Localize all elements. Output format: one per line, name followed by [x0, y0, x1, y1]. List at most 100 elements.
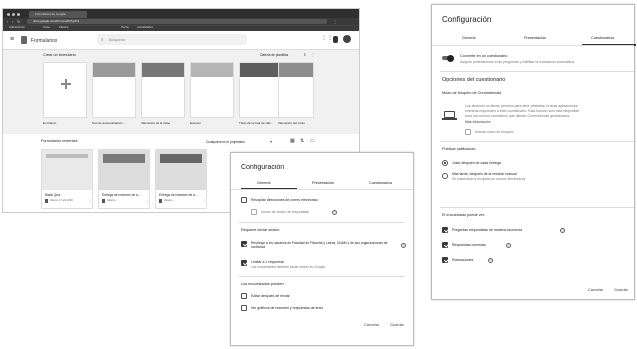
recent-form-title: Entrega de informes de a...	[159, 193, 198, 197]
tab-general[interactable]: General	[257, 181, 287, 186]
receipt-label: Acuse de recibo de respuestas	[261, 210, 310, 214]
more-options-icon[interactable]: ⋮	[202, 198, 206, 203]
more-options-icon[interactable]: ⋮	[145, 198, 149, 203]
lock-mode-checkbox-label: Activar modo de bloqueo	[475, 130, 514, 134]
back-icon[interactable]: ‹	[7, 19, 8, 24]
section-divider	[440, 207, 634, 208]
chevron-down-icon[interactable]: ▾	[270, 139, 272, 144]
lock-mode-description: mientras responden a este cuestionario. …	[465, 109, 580, 113]
close-window-icon[interactable]	[7, 13, 10, 16]
laptop-icon	[444, 111, 455, 118]
avatar[interactable]	[343, 35, 351, 43]
grid-view-icon[interactable]: ▦	[290, 138, 295, 144]
toggle-knob	[447, 54, 454, 62]
tab-presentation[interactable]: Presentación	[312, 181, 352, 186]
correct-answers-checkbox[interactable]	[442, 242, 448, 248]
bookmark-item[interactable]: Actualidades	[137, 26, 167, 29]
form-thumbnail-header	[160, 154, 202, 163]
owner-filter-dropdown[interactable]: Cualquiera es el propietario	[206, 140, 268, 144]
template-blank[interactable]	[43, 62, 87, 118]
new-form-heading: Crear un formulario	[43, 53, 76, 57]
recent-form-card[interactable]: Blank Quiz Abierto 17 abr 2020 ⋮	[41, 149, 93, 209]
collect-emails-checkbox[interactable]	[241, 197, 247, 203]
immediately-label: Justo después de cada entrega	[452, 161, 501, 165]
laptop-base-icon	[442, 118, 457, 120]
form-thumbnail-header	[103, 154, 145, 163]
lock-mode-description: para los correos educativos que utilicen…	[465, 114, 571, 118]
help-icon[interactable]: ?	[560, 228, 565, 233]
window-controls	[7, 13, 27, 17]
tab-quizzes[interactable]: Cuestionarios	[369, 181, 409, 186]
limit-one-response-checkbox[interactable]	[241, 260, 247, 266]
tab-general[interactable]: General	[462, 36, 492, 41]
apps-grid-icon[interactable]: ⋮⋮	[321, 35, 333, 43]
settings-dialog-general: Configuración General Presentación Cuest…	[230, 152, 414, 346]
edit-after-submit-checkbox[interactable]	[241, 293, 247, 299]
reload-icon[interactable]: ↻	[17, 19, 20, 24]
receipt-checkbox[interactable]	[251, 209, 257, 215]
forward-icon[interactable]: ›	[12, 19, 13, 24]
cancel-button[interactable]: Cancelar	[588, 288, 612, 293]
template-spreadsheet[interactable]	[239, 62, 283, 118]
missed-questions-checkbox[interactable]	[442, 227, 448, 233]
address-bar[interactable]: docs.google.com/forms/u/0/?tgif=d	[27, 19, 327, 24]
help-icon[interactable]: ?	[401, 243, 406, 248]
dialog-title: Configuración	[442, 15, 492, 24]
plus-icon-vertical	[65, 79, 67, 89]
template-course-evaluation[interactable]	[278, 62, 314, 118]
browser-tab[interactable]: Formularios de Google	[29, 11, 87, 18]
make-quiz-label: Convertir en un cuestionario	[460, 54, 508, 58]
make-quiz-toggle[interactable]	[442, 54, 454, 62]
lock-mode-description: Los alumnos no tienen permiso para abrir…	[465, 104, 578, 108]
search-placeholder: Búsqueda	[109, 37, 125, 42]
template-exam[interactable]	[190, 62, 234, 118]
point-values-checkbox[interactable]	[442, 257, 448, 263]
restrict-users-checkbox[interactable]	[241, 241, 247, 247]
learn-more-link[interactable]: Más información	[465, 120, 515, 124]
help-icon[interactable]: ?	[506, 243, 511, 248]
expand-gallery-icon[interactable]: ⇕	[303, 52, 306, 57]
bookmark-item[interactable]: Aplicaciones	[9, 26, 39, 29]
template-label: Examen	[190, 122, 202, 125]
template-label: Valoración de la clase	[141, 122, 171, 125]
search-bar[interactable]: ⌕ Búsqueda	[97, 34, 247, 45]
recent-form-card[interactable]: Entrega de informes de a... Abierto... ⋮	[155, 149, 207, 209]
section-divider	[239, 222, 405, 223]
extensions-icon[interactable]: ⋮	[333, 19, 337, 24]
sort-icon[interactable]: ⇅	[300, 138, 304, 144]
lock-mode-checkbox[interactable]	[465, 129, 471, 135]
main-menu-icon[interactable]: ≡	[10, 36, 14, 45]
template-class-evaluation[interactable]	[141, 62, 185, 118]
recent-form-card[interactable]: Entrega de informes de a... Abierto... ⋮	[98, 149, 150, 209]
bookmark-item[interactable]: Otras	[43, 26, 57, 29]
template-self-assessment[interactable]	[92, 62, 136, 118]
save-button[interactable]: Guardar	[614, 288, 636, 293]
folder-icon[interactable]: ▭	[310, 138, 315, 144]
cancel-button[interactable]: Cancelar	[364, 323, 386, 328]
url-text: docs.google.com/forms/u/0/?tgif=d	[33, 19, 79, 23]
correct-answers-label: Respuestas correctas	[452, 243, 486, 247]
minimize-window-icon[interactable]	[12, 13, 15, 16]
bookmark-item[interactable]: Pecho	[121, 26, 135, 29]
help-icon[interactable]: ?	[488, 258, 493, 263]
later-label: Más tarde, después de la revisión manual	[452, 172, 517, 176]
more-options-icon[interactable]: ⋮	[88, 198, 92, 203]
help-icon[interactable]: ?	[332, 210, 337, 215]
template-header-image	[240, 63, 282, 77]
tab-quizzes[interactable]: Cuestionarios	[591, 36, 631, 41]
save-button[interactable]: Guardar	[390, 323, 412, 328]
bookmark-item[interactable]: Fábrica	[59, 26, 77, 29]
see-summary-checkbox[interactable]	[241, 305, 247, 311]
notifications-icon[interactable]	[333, 36, 338, 43]
maximize-window-icon[interactable]	[17, 13, 20, 16]
forms-logo-icon	[159, 199, 162, 203]
gallery-more-icon[interactable]: ⋮	[311, 52, 315, 57]
tab-presentation[interactable]: Presentación	[524, 36, 564, 41]
edit-after-submit-label: Editar después de enviar	[251, 294, 290, 298]
immediately-radio[interactable]	[442, 160, 448, 166]
later-radio[interactable]	[442, 173, 448, 179]
forms-logo-icon	[45, 199, 48, 203]
template-gallery-link[interactable]: Galería de plantillas	[260, 53, 302, 57]
missed-questions-label: Preguntas respondidas de manera incorrec…	[452, 228, 523, 232]
make-quiz-description: Asignar puntuaciones a las preguntas y h…	[460, 60, 575, 64]
